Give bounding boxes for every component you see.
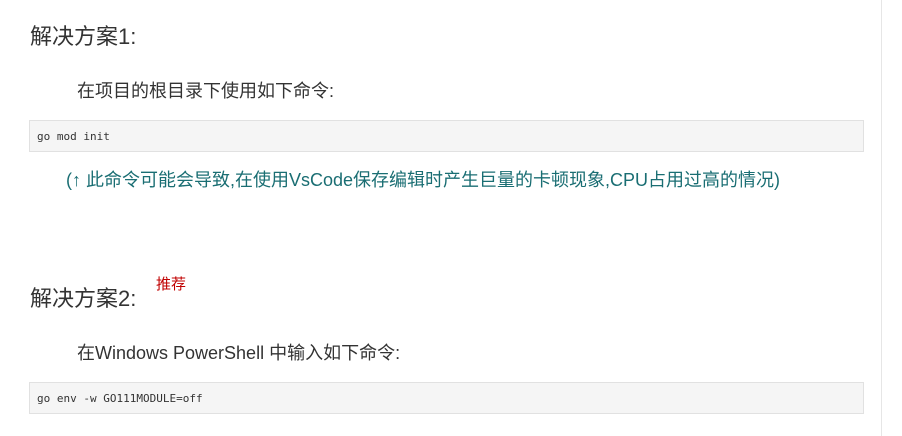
solution-1-instruction: 在项目的根目录下使用如下命令:: [77, 81, 334, 101]
solution-1-heading: 解决方案1:: [30, 24, 137, 49]
solution-2-command: go env -w GO111MODULE=off: [37, 391, 203, 405]
solution-2-code-block[interactable]: go env -w GO111MODULE=off: [29, 382, 864, 414]
recommended-tag: 推荐: [156, 276, 187, 293]
solution-2-instruction: 在Windows PowerShell 中输入如下命令:: [77, 343, 401, 363]
solution-1-warning-note: (↑ 此命令可能会导致,在使用VsCode保存编辑时产生巨量的卡顿现象,CPU占…: [66, 170, 781, 190]
page-right-border: [881, 0, 882, 436]
solution-1-command: go mod init: [37, 129, 110, 143]
solution-2-heading: 解决方案2:: [30, 286, 137, 311]
solution-1-code-block[interactable]: go mod init: [29, 120, 864, 152]
